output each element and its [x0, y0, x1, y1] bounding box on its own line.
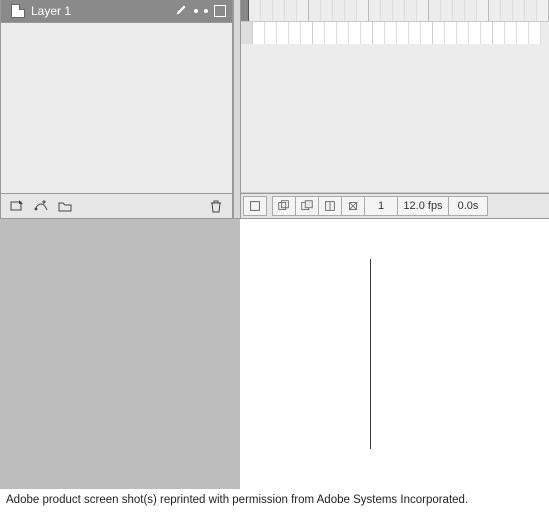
add-motion-guide-button[interactable] [31, 197, 51, 215]
timeline-frames-area[interactable] [241, 22, 549, 193]
lock-dot-icon[interactable] [204, 9, 208, 13]
center-frame-button[interactable] [243, 196, 267, 216]
onion-skin-outlines-button[interactable] [295, 196, 319, 216]
attribution-caption: Adobe product screen shot(s) reprinted w… [6, 494, 468, 506]
pencil-icon [175, 3, 188, 19]
insert-layer-button[interactable] [7, 197, 27, 215]
drawn-vertical-line[interactable] [370, 259, 371, 449]
insert-layer-folder-button[interactable] [55, 197, 75, 215]
stage-canvas[interactable] [240, 219, 549, 489]
ruler-ticks [249, 0, 549, 21]
current-frame-display[interactable]: 1 [364, 196, 398, 216]
layers-list-body[interactable] [1, 22, 232, 193]
modify-onion-markers-button[interactable] [341, 196, 365, 216]
timeline-and-layers-window: Layer 1 [0, 0, 549, 219]
stage-pasteboard[interactable] [0, 219, 240, 489]
layers-footer [1, 193, 232, 218]
layer-row[interactable]: Layer 1 [1, 0, 232, 22]
outline-color-icon[interactable] [214, 5, 226, 17]
layer-type-icon [11, 4, 25, 18]
panel-divider[interactable] [233, 0, 241, 218]
timeline-panel: 1 12.0 fps 0.0s [241, 0, 549, 218]
elapsed-time-display: 0.0s [448, 196, 488, 216]
delete-layer-button[interactable] [206, 197, 226, 215]
layers-panel: Layer 1 [0, 0, 233, 218]
layer-toggle-dots[interactable] [194, 9, 208, 13]
frame-track[interactable] [241, 22, 549, 44]
stage-area [0, 219, 549, 489]
frame-rate-display[interactable]: 12.0 fps [397, 196, 449, 216]
playhead-handle[interactable] [241, 0, 249, 21]
timeline-ruler[interactable] [241, 0, 549, 22]
timeline-footer: 1 12.0 fps 0.0s [241, 193, 549, 218]
onion-skin-button[interactable] [272, 196, 296, 216]
edit-multiple-frames-button[interactable] [318, 196, 342, 216]
visibility-dot-icon[interactable] [194, 9, 198, 13]
layer-name-label[interactable]: Layer 1 [31, 4, 169, 18]
